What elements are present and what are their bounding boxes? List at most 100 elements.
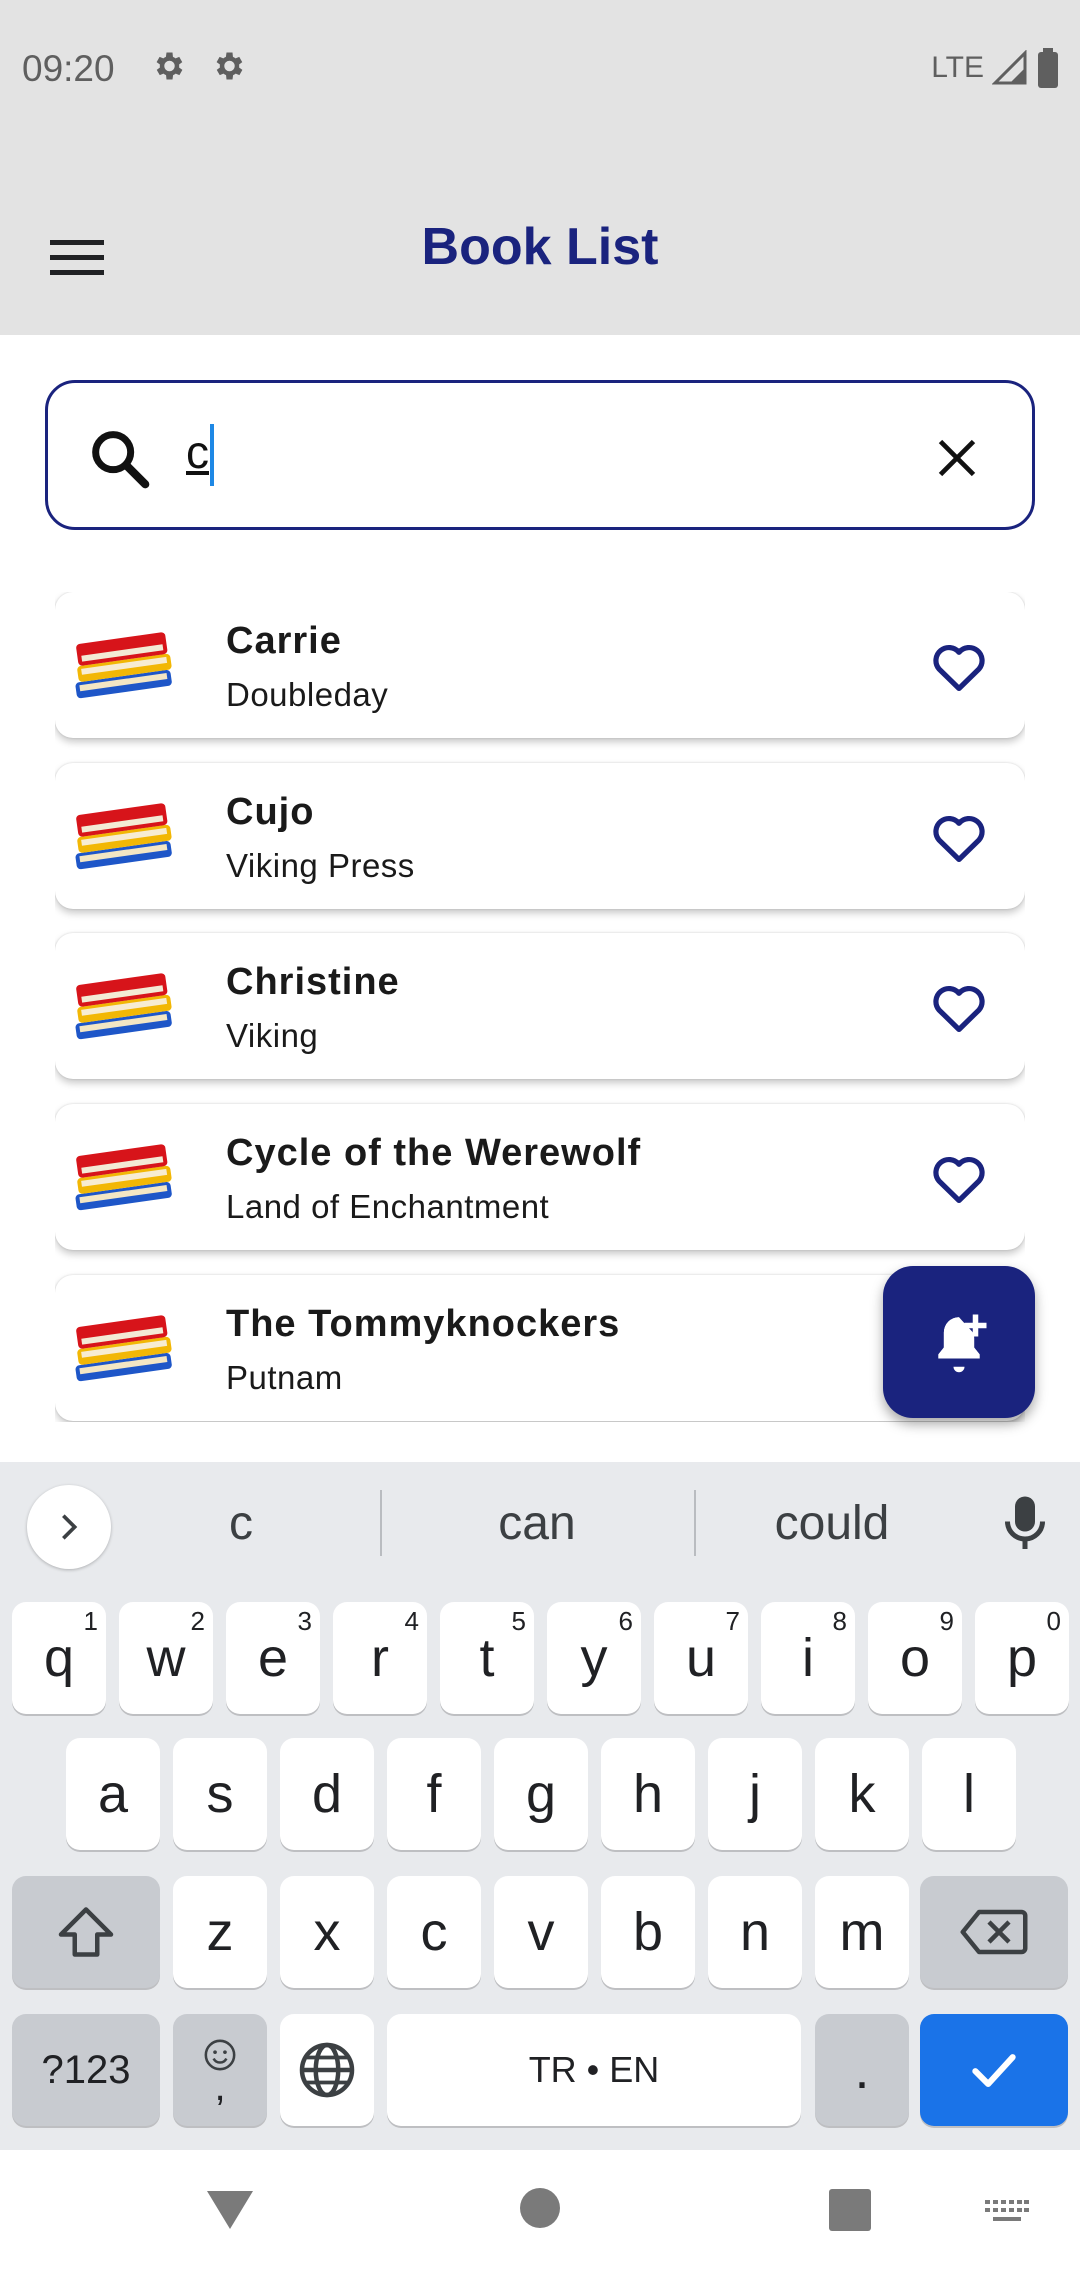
- favorite-button[interactable]: [923, 801, 995, 873]
- key-h[interactable]: h: [601, 1738, 695, 1850]
- key-v[interactable]: v: [494, 1876, 588, 1988]
- book-title: The Tommyknockers: [226, 1303, 621, 1345]
- suggestion-item[interactable]: c: [116, 1496, 366, 1551]
- favorite-button[interactable]: [923, 630, 995, 702]
- checkmark-icon: [972, 2054, 1016, 2088]
- book-card[interactable]: Cycle of the Werewolf Land of Enchantmen…: [55, 1104, 1025, 1250]
- language-key[interactable]: [280, 2014, 374, 2126]
- book-publisher: Viking: [226, 1017, 319, 1054]
- search-icon: [92, 431, 150, 489]
- network-type-label: LTE: [931, 51, 984, 84]
- books-icon: [75, 632, 172, 699]
- back-triangle-icon[interactable]: [205, 2187, 255, 2231]
- heart-outline-icon: [933, 985, 985, 1033]
- enter-key[interactable]: [920, 2014, 1068, 2126]
- key-p[interactable]: p0: [975, 1602, 1069, 1714]
- book-title: Carrie: [226, 620, 342, 662]
- key-z[interactable]: z: [173, 1876, 267, 1988]
- book-card[interactable]: The Tommyknockers Putnam: [55, 1275, 1025, 1421]
- key-x[interactable]: x: [280, 1876, 374, 1988]
- books-icon: [75, 1315, 172, 1382]
- favorite-button[interactable]: [923, 1142, 995, 1214]
- suggestion-divider: [380, 1490, 382, 1556]
- search-input[interactable]: [188, 413, 908, 503]
- key-o[interactable]: o9: [868, 1602, 962, 1714]
- page-title: Book List: [421, 218, 659, 276]
- backspace-icon: [960, 1909, 1028, 1955]
- key-a[interactable]: a: [66, 1738, 160, 1850]
- key-e[interactable]: e3: [226, 1602, 320, 1714]
- key-j[interactable]: j: [708, 1738, 802, 1850]
- status-time: 09:20: [22, 48, 115, 89]
- status-bar: 09:20 LTE: [0, 0, 1080, 135]
- suggestion-item[interactable]: can: [412, 1496, 662, 1551]
- key-g[interactable]: g: [494, 1738, 588, 1850]
- expand-suggestions-button[interactable]: [27, 1485, 111, 1569]
- book-publisher: Viking Press: [226, 847, 415, 884]
- space-bar[interactable]: TR • EN: [387, 2014, 801, 2126]
- key-c[interactable]: c: [387, 1876, 481, 1988]
- battery-icon: [1038, 48, 1058, 88]
- key-r[interactable]: r4: [333, 1602, 427, 1714]
- backspace-key[interactable]: [920, 1876, 1068, 1988]
- books-icon: [75, 803, 172, 870]
- symbols-key[interactable]: ?123: [12, 2014, 160, 2126]
- close-icon: [938, 439, 976, 477]
- suggestion-divider: [694, 1490, 696, 1556]
- key-w[interactable]: w2: [119, 1602, 213, 1714]
- book-title: Christine: [226, 961, 400, 1003]
- home-circle-icon[interactable]: [519, 2187, 561, 2229]
- favorite-button[interactable]: [923, 971, 995, 1043]
- bell-plus-icon: [938, 1314, 987, 1373]
- key-f[interactable]: f: [387, 1738, 481, 1850]
- book-card[interactable]: Christine Viking: [55, 933, 1025, 1079]
- status-indicators: LTE: [931, 48, 1060, 88]
- keyboard-switch-icon[interactable]: [985, 2200, 1029, 2226]
- key-u[interactable]: u7: [654, 1602, 748, 1714]
- key-i[interactable]: i8: [761, 1602, 855, 1714]
- period-key[interactable]: .: [815, 2014, 909, 2126]
- key-d[interactable]: d: [280, 1738, 374, 1850]
- settings-gear-icon: [216, 52, 243, 80]
- chevron-right-icon: [62, 1514, 78, 1540]
- book-title: Cujo: [226, 791, 315, 833]
- book-publisher: Putnam: [226, 1359, 343, 1396]
- shift-arrow-icon: [58, 1907, 114, 1957]
- book-card[interactable]: Cujo Viking Press: [55, 763, 1025, 909]
- soft-keyboard: c can could q1 w2 e3 r4 t5 y6 u7 i8 o9 p…: [0, 1462, 1080, 2150]
- key-l[interactable]: l: [922, 1738, 1016, 1850]
- key-n[interactable]: n: [708, 1876, 802, 1988]
- heart-outline-icon: [933, 815, 985, 863]
- app-bar: Book List: [0, 135, 1080, 335]
- books-icon: [75, 973, 172, 1040]
- add-notification-fab[interactable]: [883, 1266, 1035, 1418]
- system-navigation-bar: [0, 2150, 1080, 2280]
- book-list: Carrie Doubleday Cujo Viking Press Chris…: [55, 592, 1025, 1422]
- microphone-icon[interactable]: [1000, 1494, 1050, 1554]
- heart-outline-icon: [933, 644, 985, 692]
- heart-outline-icon: [933, 1156, 985, 1204]
- key-q[interactable]: q1: [12, 1602, 106, 1714]
- clear-search-button[interactable]: [922, 423, 992, 493]
- book-card[interactable]: Carrie Doubleday: [55, 592, 1025, 738]
- emoji-comma-key[interactable]: ,: [173, 2014, 267, 2126]
- suggestion-strip: c can could: [0, 1462, 1080, 1584]
- search-field[interactable]: [45, 380, 1035, 530]
- suggestion-item[interactable]: could: [707, 1496, 957, 1551]
- book-title: Cycle of the Werewolf: [226, 1132, 642, 1174]
- books-icon: [75, 1144, 172, 1211]
- key-k[interactable]: k: [815, 1738, 909, 1850]
- book-publisher: Land of Enchantment: [226, 1188, 550, 1225]
- globe-icon: [299, 2042, 355, 2098]
- settings-gear-icon: [156, 52, 183, 80]
- key-y[interactable]: y6: [547, 1602, 641, 1714]
- recents-square-icon[interactable]: [829, 2189, 871, 2231]
- key-s[interactable]: s: [173, 1738, 267, 1850]
- signal-icon: [992, 50, 1027, 85]
- key-m[interactable]: m: [815, 1876, 909, 1988]
- comma-label: ,: [214, 2065, 226, 2109]
- shift-key[interactable]: [12, 1876, 160, 1988]
- key-b[interactable]: b: [601, 1876, 695, 1988]
- key-t[interactable]: t5: [440, 1602, 534, 1714]
- book-publisher: Doubleday: [226, 676, 389, 713]
